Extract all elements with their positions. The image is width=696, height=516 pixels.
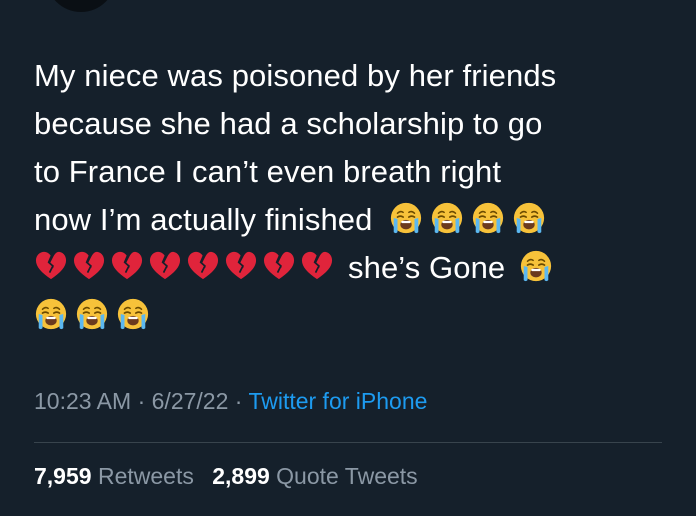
crying-emoji-group — [519, 249, 553, 283]
broken-heart-icon — [110, 248, 144, 280]
quote-tweets-count: 2,899 — [212, 463, 270, 489]
tweet-metadata: 10:23 AM · 6/27/22 · Twitter for iPhone — [34, 388, 427, 415]
crying-face-icon — [34, 297, 68, 331]
crying-face-icon — [512, 201, 546, 235]
crying-face-icon — [116, 297, 150, 331]
tweet-line-emoji — [34, 292, 674, 340]
tweet-stats: 7,959 Retweets 2,899 Quote Tweets — [34, 463, 418, 490]
broken-heart-icon — [34, 248, 68, 280]
broken-heart-icon — [72, 248, 106, 280]
tweet-line: because she had a scholarship to go — [34, 106, 543, 141]
meta-separator: · — [234, 388, 243, 414]
crying-face-icon — [471, 201, 505, 235]
retweets-count: 7,959 — [34, 463, 92, 489]
tweet-text: My niece was poisoned by her friends bec… — [34, 52, 674, 340]
quote-tweets-stat[interactable]: 2,899 Quote Tweets — [212, 463, 417, 489]
tweet-time[interactable]: 10:23 AM — [34, 388, 131, 414]
tweet-line: to France I can’t even breath right — [34, 154, 502, 189]
broken-heart-icon — [224, 248, 258, 280]
broken-heart-emoji-group — [34, 248, 334, 280]
broken-heart-icon — [148, 248, 182, 280]
crying-emoji-group — [34, 297, 150, 331]
retweets-label: Retweets — [97, 463, 194, 489]
quote-tweets-label: Quote Tweets — [276, 463, 418, 489]
broken-heart-icon — [300, 248, 334, 280]
crying-face-icon — [389, 201, 423, 235]
crying-emoji-group — [389, 201, 546, 235]
broken-heart-icon — [262, 248, 296, 280]
tweet-source-link[interactable]: Twitter for iPhone — [248, 388, 427, 414]
retweets-stat[interactable]: 7,959 Retweets — [34, 463, 194, 489]
tweet-gone-text: she’s Gone — [348, 250, 506, 285]
tweet-date[interactable]: 6/27/22 — [152, 388, 229, 414]
avatar[interactable] — [46, 0, 116, 12]
tweet-line-hearts: she’s Gone — [34, 244, 674, 292]
tweet-line-with-emoji: now I’m actually finished — [34, 196, 674, 244]
tweet-body: My niece was poisoned by her friends bec… — [34, 52, 674, 340]
meta-separator: · — [137, 388, 146, 414]
divider — [34, 442, 662, 443]
tweet-line: My niece was poisoned by her friends — [34, 58, 557, 93]
crying-face-icon — [519, 249, 553, 283]
crying-face-icon — [430, 201, 464, 235]
broken-heart-icon — [186, 248, 220, 280]
crying-face-icon — [75, 297, 109, 331]
tweet-line: now I’m actually finished — [34, 202, 373, 237]
